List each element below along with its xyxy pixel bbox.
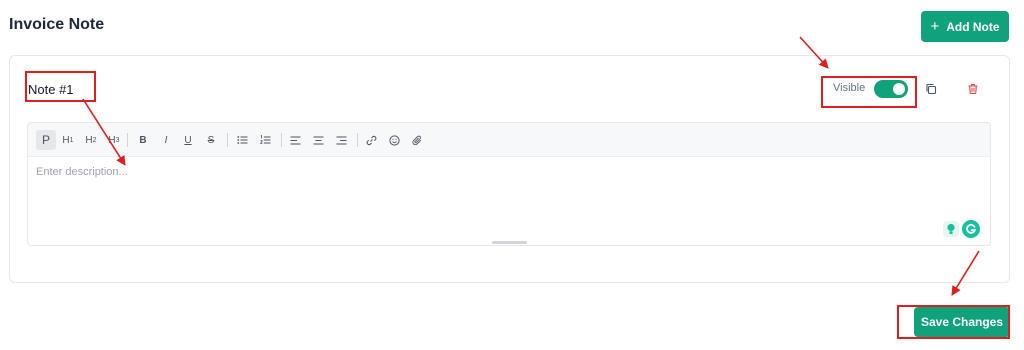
- paragraph-button[interactable]: P: [36, 130, 56, 150]
- italic-button[interactable]: I: [157, 130, 175, 150]
- annotation-box-save-button: [897, 305, 1010, 339]
- add-note-label: Add Note: [946, 19, 1000, 34]
- description-placeholder: Enter description...: [36, 166, 128, 178]
- align-left-icon[interactable]: [286, 130, 304, 150]
- heading-1-label: H: [62, 134, 70, 146]
- page-title: Invoice Note: [9, 16, 105, 33]
- align-center-icon[interactable]: [309, 130, 327, 150]
- annotation-box-note-title: [25, 71, 96, 102]
- editor-toolbar: P H1 H2 H3 B I U S: [28, 123, 990, 157]
- bullet-list-icon[interactable]: [233, 130, 251, 150]
- grammarly-widget[interactable]: [943, 219, 982, 239]
- annotation-box-visible-toggle: [821, 76, 917, 108]
- heading-3-sub: 3: [115, 136, 120, 144]
- heading-2-label: H: [85, 134, 93, 146]
- grammarly-logo-icon[interactable]: [962, 220, 980, 238]
- description-editor[interactable]: P H1 H2 H3 B I U S Enter description...: [27, 122, 991, 246]
- link-icon[interactable]: [362, 130, 380, 150]
- heading-3-label: H: [108, 134, 116, 146]
- trash-icon[interactable]: [965, 81, 981, 97]
- emoji-icon[interactable]: [385, 130, 403, 150]
- toolbar-separator: [281, 133, 282, 147]
- heading-2-button[interactable]: H2: [82, 130, 100, 150]
- ordered-list-icon[interactable]: [256, 130, 274, 150]
- plus-icon: +: [930, 18, 940, 35]
- heading-1-button[interactable]: H1: [59, 130, 77, 150]
- align-right-icon[interactable]: [332, 130, 350, 150]
- toolbar-separator: [227, 133, 228, 147]
- add-note-button[interactable]: + Add Note: [921, 11, 1009, 42]
- heading-1-sub: 1: [69, 136, 74, 144]
- underline-button[interactable]: U: [179, 130, 197, 150]
- heading-2-sub: 2: [92, 136, 97, 144]
- grammarly-bulb-icon[interactable]: [943, 221, 959, 237]
- heading-3-button[interactable]: H3: [105, 130, 123, 150]
- copy-icon[interactable]: [923, 81, 939, 97]
- attachment-icon[interactable]: [408, 130, 426, 150]
- toolbar-separator: [357, 133, 358, 147]
- bold-button[interactable]: B: [134, 130, 152, 150]
- resize-handle[interactable]: [492, 241, 527, 244]
- strikethrough-button[interactable]: S: [202, 130, 220, 150]
- toolbar-separator: [127, 133, 128, 147]
